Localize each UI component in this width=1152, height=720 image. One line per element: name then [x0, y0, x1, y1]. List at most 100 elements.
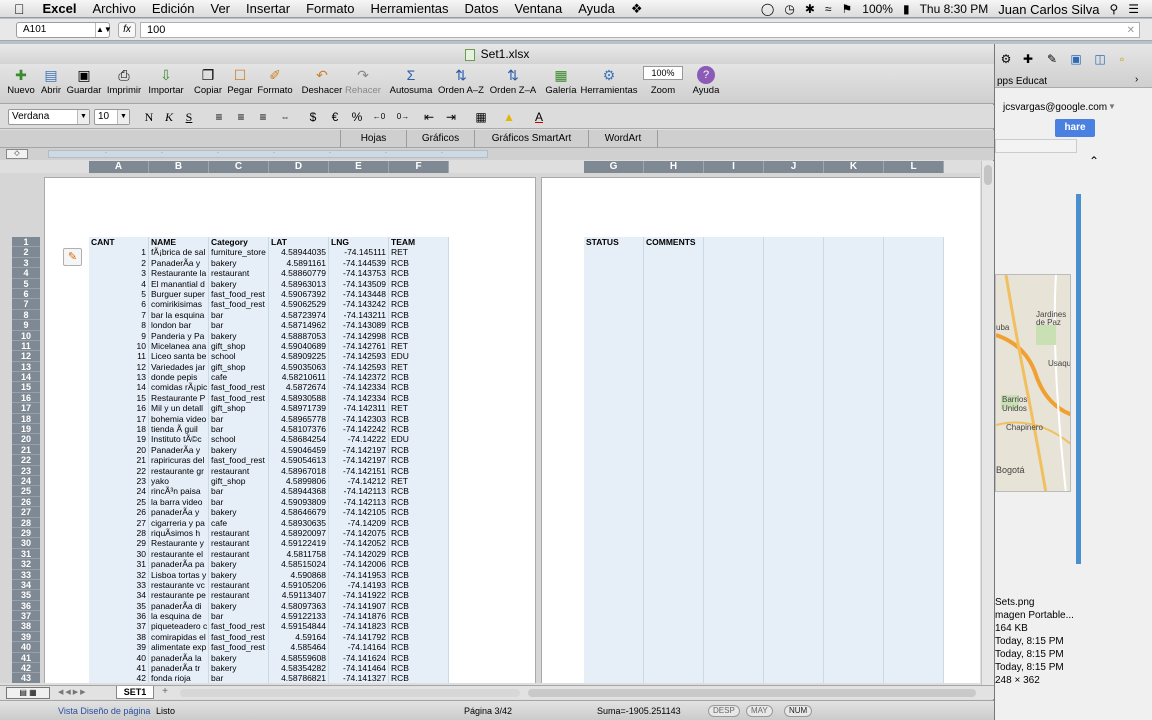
cell[interactable]: 24	[89, 486, 149, 497]
stepper-icon[interactable]: ▲▼	[95, 23, 112, 37]
cell[interactable]: 8	[89, 320, 149, 331]
tab-wordart[interactable]: WordArt	[588, 130, 658, 148]
align-right-icon[interactable]: ≡	[254, 109, 272, 125]
cell[interactable]: panaderÃ­a di	[149, 600, 209, 612]
bluetooth-icon[interactable]: ✱	[800, 2, 820, 16]
cell[interactable]: El manantial d	[149, 278, 209, 289]
cell[interactable]	[884, 579, 944, 591]
undo-button[interactable]: ↶ Deshacer	[300, 66, 344, 104]
column-header-c[interactable]: C	[209, 161, 269, 173]
cell[interactable]: -74.145111	[329, 247, 389, 258]
cell[interactable]: 5	[89, 288, 149, 300]
cell[interactable]	[884, 237, 944, 248]
cell[interactable]	[704, 392, 764, 404]
cell[interactable]	[644, 538, 704, 549]
import-button[interactable]: ⇩ Importar	[146, 66, 186, 104]
cell[interactable]: 21	[89, 455, 149, 466]
font-size-select[interactable]: 10 ▼	[94, 109, 130, 125]
flag-icon[interactable]: ⚑	[837, 2, 858, 16]
cell[interactable]: 22	[89, 465, 149, 476]
cell[interactable]	[584, 538, 644, 549]
cell[interactable]	[584, 652, 644, 664]
italic-icon[interactable]: K	[160, 109, 178, 125]
sort-ascending-button[interactable]: ⇅ Orden A–Z	[436, 66, 486, 104]
cell[interactable]: -74.141624	[329, 652, 389, 664]
help-button[interactable]: ? Ayuda	[690, 66, 722, 104]
cell[interactable]: 4.59046459	[269, 444, 329, 456]
cell[interactable]: RCB	[389, 278, 449, 289]
cell[interactable]: restaurant	[209, 538, 269, 549]
cell[interactable]: cafe	[209, 372, 269, 383]
cell[interactable]: bakery	[209, 569, 269, 580]
apple-icon[interactable]: 	[0, 0, 35, 18]
cell[interactable]	[884, 444, 944, 456]
add-sheet-icon[interactable]: +	[158, 686, 172, 699]
cell[interactable]: fast_food_rest	[209, 642, 269, 653]
cell[interactable]	[644, 548, 704, 560]
cell[interactable]	[584, 642, 644, 653]
cell[interactable]	[824, 237, 884, 248]
cell[interactable]: 26	[89, 507, 149, 518]
cell[interactable]	[704, 351, 764, 362]
formula-input[interactable]: 100 ✕	[140, 22, 1140, 38]
cell[interactable]: 35	[89, 600, 149, 612]
cell[interactable]	[644, 652, 704, 664]
cell[interactable]	[704, 579, 764, 591]
cell[interactable]	[704, 444, 764, 456]
cell[interactable]	[704, 372, 764, 383]
cell[interactable]: 4.59035063	[269, 361, 329, 373]
cell[interactable]: -74.141922	[329, 590, 389, 601]
cell[interactable]: 4.58967018	[269, 465, 329, 476]
cell[interactable]	[764, 455, 824, 466]
cell[interactable]: 15	[89, 392, 149, 404]
cell[interactable]	[584, 475, 644, 487]
cell[interactable]: restaurante gr	[149, 465, 209, 476]
cell[interactable]: -74.142029	[329, 548, 389, 560]
cell[interactable]: 4.59122419	[269, 538, 329, 549]
cell[interactable]	[644, 330, 704, 341]
cell[interactable]: 4.58559608	[269, 652, 329, 664]
cell[interactable]	[884, 361, 944, 373]
cell[interactable]	[884, 465, 944, 476]
time-machine-icon[interactable]: ◷	[779, 2, 799, 16]
cell[interactable]	[824, 496, 884, 508]
cell[interactable]	[764, 590, 824, 601]
cell[interactable]: -74.142006	[329, 559, 389, 570]
cell[interactable]: RCB	[389, 424, 449, 435]
cell[interactable]: COMMENTS	[644, 237, 704, 248]
cell[interactable]	[824, 309, 884, 321]
cell[interactable]	[824, 340, 884, 352]
cell[interactable]	[704, 434, 764, 445]
cell[interactable]	[644, 569, 704, 580]
cell[interactable]: bakery	[209, 257, 269, 269]
cell[interactable]	[584, 559, 644, 570]
cell[interactable]: 28	[89, 527, 149, 539]
cell[interactable]: RCB	[389, 382, 449, 393]
cell[interactable]: bakery	[209, 278, 269, 289]
cell[interactable]: Lisboa tortas y	[149, 569, 209, 580]
cell[interactable]	[824, 600, 884, 612]
cell[interactable]: bar	[209, 496, 269, 508]
cell[interactable]: restaurant	[209, 548, 269, 560]
cell[interactable]	[584, 465, 644, 476]
horizontal-scrollbar[interactable]	[528, 689, 976, 697]
cell[interactable]	[584, 663, 644, 674]
wifi-icon[interactable]: ≈	[820, 2, 837, 16]
cell[interactable]: RCB	[389, 590, 449, 601]
cell[interactable]	[764, 434, 824, 445]
chevron-down-icon[interactable]: ▼	[1108, 102, 1116, 111]
cell[interactable]	[584, 392, 644, 404]
cell[interactable]	[584, 455, 644, 466]
cell[interactable]: RCB	[389, 413, 449, 425]
cell[interactable]: -74.14222	[329, 434, 389, 445]
cell[interactable]: -74.142151	[329, 465, 389, 476]
cell[interactable]: 4.58944368	[269, 486, 329, 497]
row-header[interactable]: 36	[12, 600, 40, 612]
horizontal-ruler[interactable]: · · · · · · ·	[48, 150, 488, 158]
cell[interactable]	[704, 361, 764, 373]
gallery-button[interactable]: ▦ Galería	[544, 66, 578, 104]
cell[interactable]: 7	[89, 309, 149, 321]
row-header[interactable]: 30	[12, 538, 40, 549]
cell[interactable]	[644, 403, 704, 414]
cell[interactable]	[644, 424, 704, 435]
